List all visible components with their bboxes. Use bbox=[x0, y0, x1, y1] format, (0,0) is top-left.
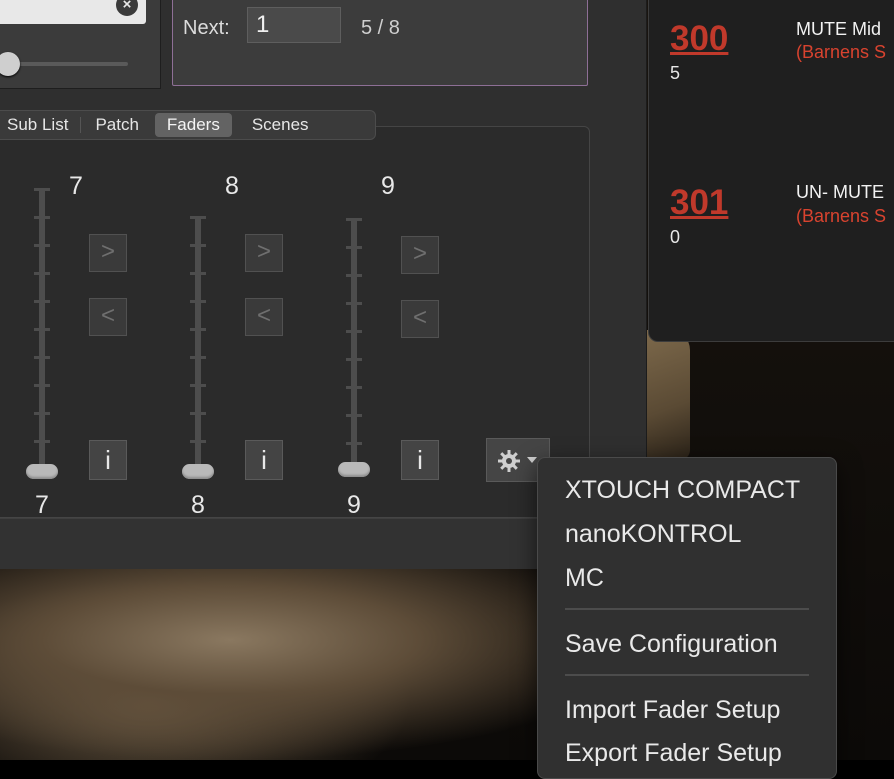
cue-number[interactable]: 301 bbox=[670, 183, 728, 223]
menu-item-mc[interactable]: MC bbox=[565, 564, 604, 593]
fader-tick bbox=[34, 300, 50, 303]
fader-tick bbox=[34, 328, 50, 331]
fader-tick bbox=[34, 216, 50, 219]
fader-8-knob[interactable] bbox=[182, 464, 214, 479]
search-panel: × bbox=[0, 0, 161, 89]
fader-7-knob[interactable] bbox=[26, 464, 58, 479]
fader-tick bbox=[346, 442, 362, 445]
menu-item-nanokontrol[interactable]: nanoKONTROL bbox=[565, 520, 741, 549]
fader-7-info-button[interactable]: i bbox=[89, 440, 127, 480]
fader-9-info-button[interactable]: i bbox=[401, 440, 439, 480]
tab-patch[interactable]: Patch bbox=[83, 113, 150, 137]
fader-8-info-button[interactable]: i bbox=[245, 440, 283, 480]
fader-9-prev-button[interactable]: < bbox=[401, 300, 439, 338]
fader-9-value: 9 bbox=[347, 491, 361, 519]
fader-7-label: 7 bbox=[69, 172, 83, 200]
fader-tick bbox=[190, 440, 206, 443]
tab-scenes[interactable]: Scenes bbox=[240, 113, 321, 137]
page-count: 5 / 8 bbox=[361, 17, 400, 39]
next-label: Next: bbox=[183, 17, 230, 39]
fader-tick bbox=[346, 302, 362, 305]
cue-sub-value: 5 bbox=[670, 63, 681, 83]
fader-tick bbox=[346, 330, 362, 333]
fader-tick bbox=[190, 328, 206, 331]
fader-8-next-button[interactable]: > bbox=[245, 234, 283, 272]
fader-tick bbox=[346, 274, 362, 277]
controller-context-menu: XTOUCH COMPACT nanoKONTROL MC Save Confi… bbox=[537, 457, 837, 779]
fader-tick bbox=[190, 272, 206, 275]
fader-tick bbox=[346, 414, 362, 417]
tab-separator bbox=[80, 117, 82, 133]
fader-8-value: 8 bbox=[191, 491, 205, 519]
fader-tick bbox=[34, 384, 50, 387]
fader-tick bbox=[34, 188, 50, 191]
fader-7-prev-button[interactable]: < bbox=[89, 298, 127, 336]
fader-tick bbox=[346, 218, 362, 221]
search-field[interactable]: × bbox=[0, 0, 146, 24]
fader-tick bbox=[346, 358, 362, 361]
menu-item-import-fader-setup[interactable]: Import Fader Setup bbox=[565, 696, 780, 725]
fader-8-track[interactable] bbox=[195, 216, 201, 472]
tab-faders[interactable]: Faders bbox=[154, 113, 232, 137]
fader-9-knob[interactable] bbox=[338, 462, 370, 477]
fader-tick bbox=[190, 300, 206, 303]
fader-tick bbox=[346, 386, 362, 389]
cue-description: (Barnens S bbox=[796, 206, 887, 226]
fader-tick bbox=[34, 272, 50, 275]
menu-item-export-fader-setup[interactable]: Export Fader Setup bbox=[565, 739, 782, 768]
fader-9-label: 9 bbox=[381, 172, 395, 200]
fader-8-prev-button[interactable]: < bbox=[245, 298, 283, 336]
menu-separator bbox=[565, 608, 809, 610]
background-rock bbox=[640, 330, 690, 460]
next-cue-panel: Next: 5 / 8 bbox=[172, 0, 588, 86]
size-slider-knob[interactable] bbox=[0, 52, 20, 76]
cue-description: (Barnens S bbox=[796, 42, 887, 62]
cue-sub-value: 0 bbox=[670, 227, 681, 247]
fader-9-next-button[interactable]: > bbox=[401, 236, 439, 274]
fader-tick bbox=[190, 356, 206, 359]
fader-tick bbox=[34, 356, 50, 359]
fader-tick bbox=[190, 412, 206, 415]
tab-sub-list[interactable]: Sub List bbox=[0, 113, 80, 137]
fader-tick bbox=[190, 384, 206, 387]
fader-tick bbox=[346, 246, 362, 249]
fader-7-next-button[interactable]: > bbox=[89, 234, 127, 272]
fader-7-value: 7 bbox=[35, 491, 49, 519]
cue-list-panel: 300 5 MUTE Mid (Barnens S 301 0 UN- MUTE… bbox=[648, 0, 894, 342]
fader-9-track[interactable] bbox=[351, 218, 357, 472]
gear-icon bbox=[498, 450, 520, 472]
cue-number[interactable]: 300 bbox=[670, 19, 728, 59]
menu-item-save-configuration[interactable]: Save Configuration bbox=[565, 630, 778, 659]
fader-tick bbox=[34, 440, 50, 443]
tab-bar: Sub List Patch Faders Scenes bbox=[0, 110, 376, 140]
chevron-down-icon bbox=[527, 457, 537, 463]
clear-search-icon[interactable]: × bbox=[116, 0, 138, 16]
cue-title: MUTE Mid bbox=[796, 19, 881, 39]
fader-tick bbox=[190, 216, 206, 219]
next-cue-input[interactable] bbox=[247, 7, 341, 43]
fader-8-label: 8 bbox=[225, 172, 239, 200]
menu-item-xtouch-compact[interactable]: XTOUCH COMPACT bbox=[565, 476, 800, 505]
menu-separator bbox=[565, 674, 809, 676]
fader-tick bbox=[190, 244, 206, 247]
cue-title: UN- MUTE bbox=[796, 182, 884, 202]
fader-tick bbox=[34, 244, 50, 247]
fader-tick bbox=[34, 412, 50, 415]
